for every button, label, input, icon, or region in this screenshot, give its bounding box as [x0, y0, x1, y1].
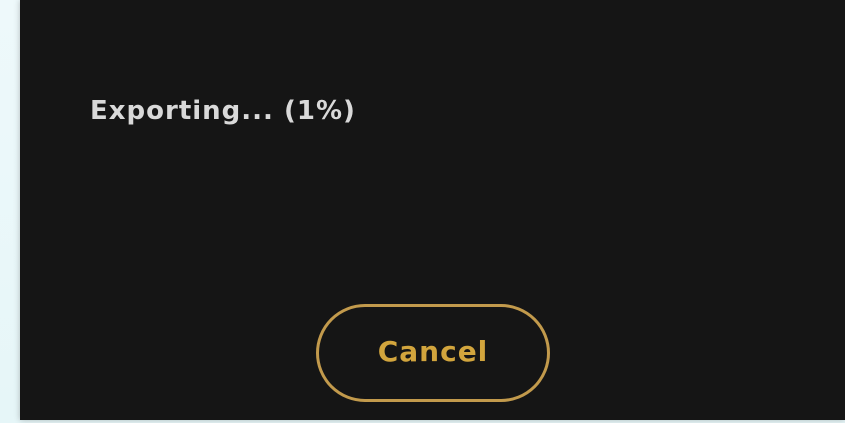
export-progress-dialog: Exporting... (1%) Cancel — [20, 0, 845, 420]
cancel-button-label: Cancel — [377, 334, 489, 368]
cancel-button[interactable]: Cancel — [316, 304, 550, 402]
screen: Exporting... (1%) Cancel — [0, 0, 845, 423]
export-status-text: Exporting... (1%) — [90, 96, 356, 126]
